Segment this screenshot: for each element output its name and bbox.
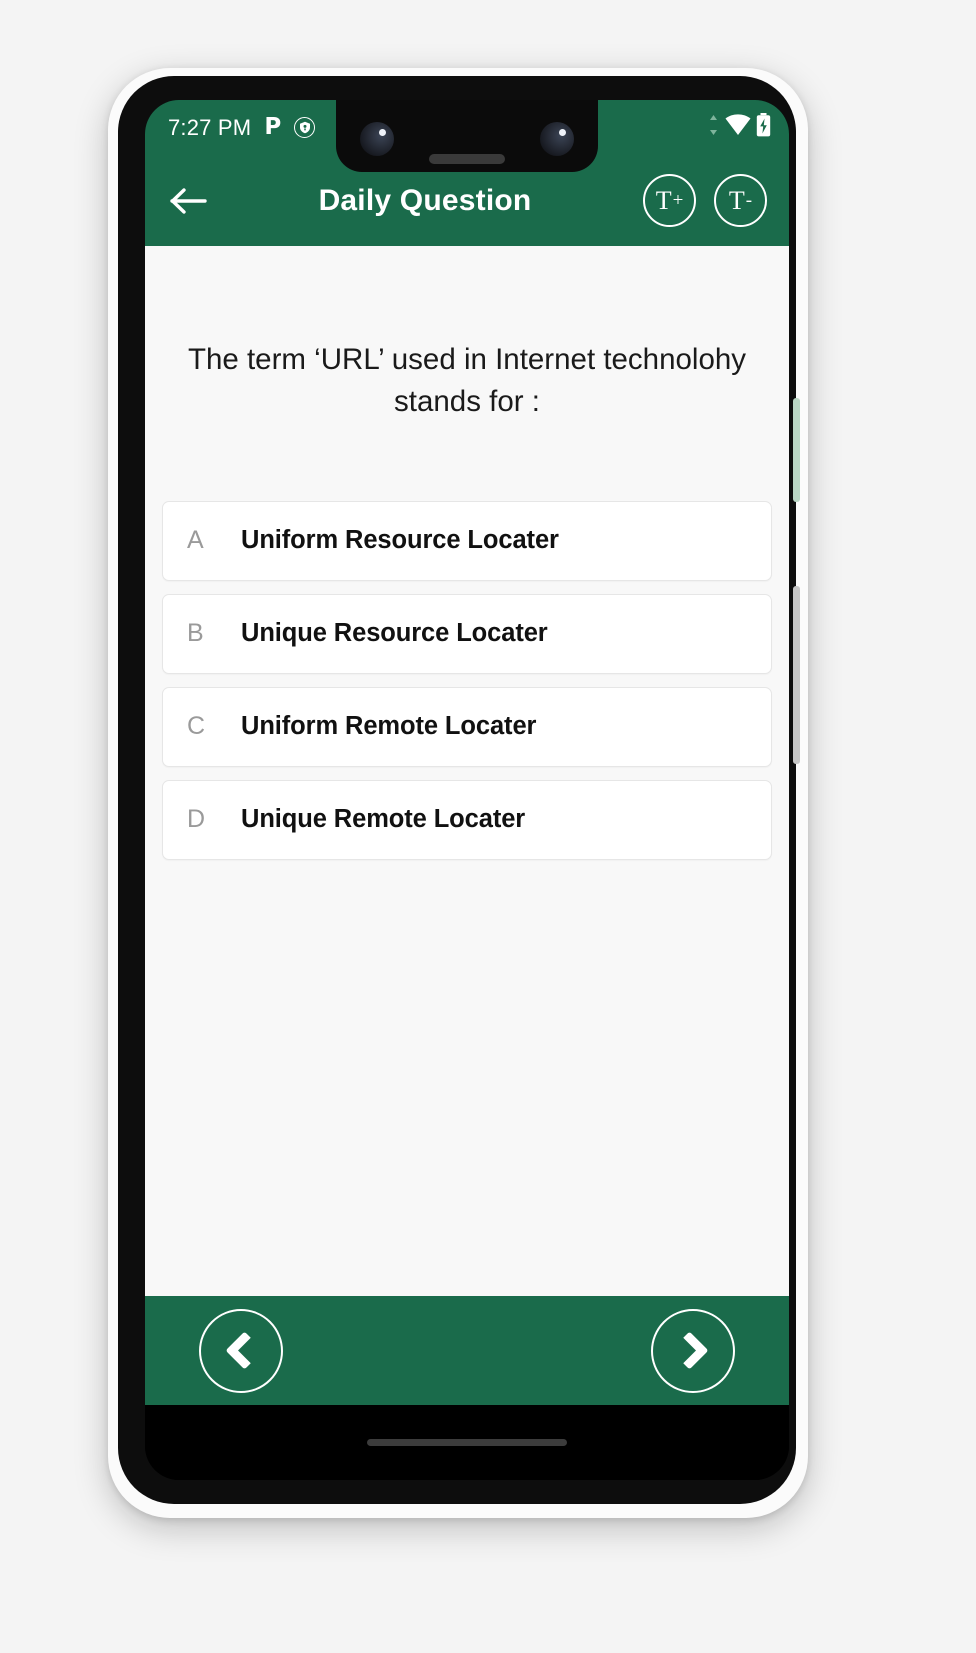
- increase-text-size-button[interactable]: T +: [643, 174, 696, 227]
- text-size-increase-sup: +: [672, 189, 684, 211]
- next-question-button[interactable]: [651, 1308, 735, 1393]
- previous-question-button[interactable]: [199, 1308, 283, 1393]
- page-title: Daily Question: [318, 183, 532, 217]
- decrease-text-size-button[interactable]: T-: [714, 174, 767, 227]
- text-size-increase-label: T: [655, 185, 672, 215]
- phone-device: 7:27 PM P Daily Question T + T - The ter…: [108, 68, 808, 1518]
- mobile-data-arrows-icon: [707, 114, 720, 141]
- phone-screen: 7:27 PM P Daily Question T + T - The ter…: [145, 100, 789, 1480]
- vpn-shield-icon: [294, 117, 316, 138]
- option-b-letter: B: [187, 619, 204, 648]
- status-bar: 7:27 PM P: [145, 100, 789, 172]
- option-c[interactable]: C Uniform Remote Locater: [162, 686, 772, 767]
- option-d-letter: D: [187, 805, 206, 834]
- option-c-label: Uniform Remote Locater: [241, 712, 537, 741]
- question-content: The term ‘URL’ used in Internet technolo…: [145, 246, 789, 1296]
- display-notch: [336, 100, 598, 172]
- app-content-region: The term ‘URL’ used in Internet technolo…: [145, 246, 789, 1405]
- power-button[interactable]: [793, 398, 800, 502]
- option-a-label: Uniform Resource Locater: [241, 526, 559, 555]
- status-bar-left: 7:27 PM P: [145, 100, 316, 155]
- system-navigation-area: [145, 1405, 789, 1480]
- earpiece-speaker: [429, 154, 505, 164]
- option-d-label: Unique Remote Locater: [241, 805, 526, 834]
- text-size-decrease-label: T: [728, 185, 745, 215]
- option-c-letter: C: [187, 712, 206, 741]
- chevron-left-icon: [225, 1331, 264, 1370]
- chevron-right-icon: [670, 1331, 709, 1370]
- question-text: The term ‘URL’ used in Internet technolo…: [187, 343, 747, 418]
- home-indicator[interactable]: [367, 1439, 567, 1446]
- front-camera-right-icon: [540, 122, 574, 156]
- volume-rocker-button[interactable]: [793, 586, 800, 764]
- device-body: 7:27 PM P Daily Question T + T - The ter…: [118, 76, 800, 1504]
- wifi-icon: [725, 114, 751, 141]
- front-camera-left-icon: [360, 122, 394, 156]
- option-b-label: Unique Resource Locater: [241, 619, 548, 648]
- text-size-decrease-sup: -: [745, 189, 753, 211]
- option-b[interactable]: B Unique Resource Locater: [162, 593, 772, 674]
- option-a-letter: A: [187, 526, 204, 555]
- back-button[interactable]: [165, 177, 213, 225]
- battery-charging-icon: [756, 113, 771, 142]
- status-bar-right: [707, 113, 789, 142]
- status-bar-clock: 7:27 PM: [168, 114, 252, 140]
- bottom-navigation-bar: [145, 1296, 789, 1405]
- option-a[interactable]: A Uniform Resource Locater: [162, 500, 772, 581]
- answer-options-list: A Uniform Resource Locater B Unique Reso…: [145, 500, 789, 860]
- pandora-icon: P: [264, 114, 282, 140]
- option-d[interactable]: D Unique Remote Locater: [162, 779, 772, 860]
